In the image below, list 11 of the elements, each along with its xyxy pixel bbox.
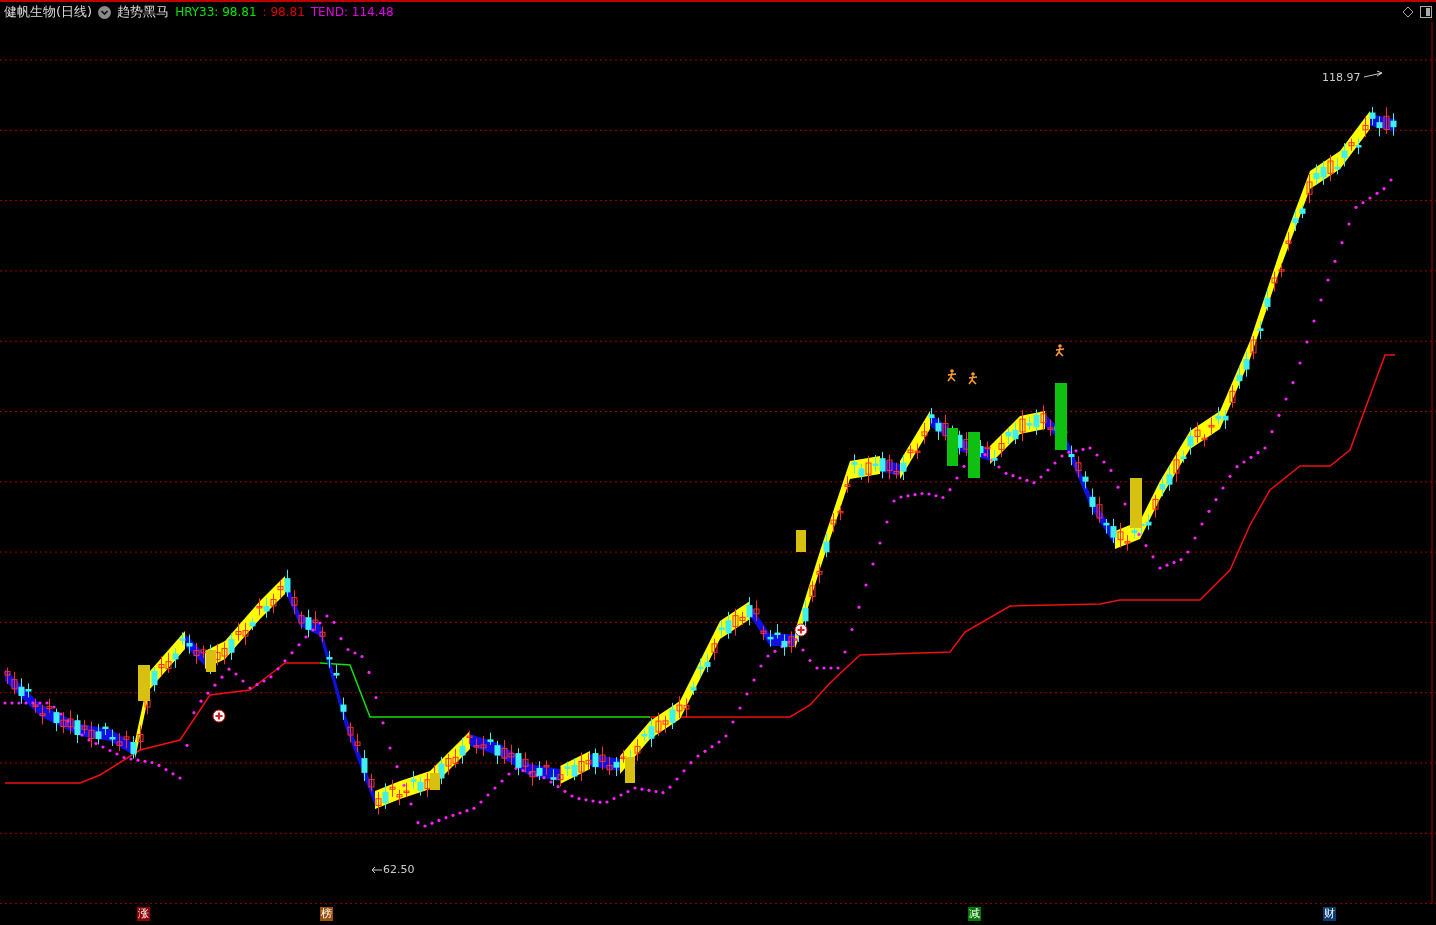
stock-title: 健帆生物(日线) — [4, 3, 93, 21]
indicator-reading: : 98.81 — [262, 5, 305, 19]
indicator-name: 趋势黑马 — [117, 3, 170, 21]
indicator-reading: HRY33: 98.81 — [175, 5, 257, 19]
max-price-label: 118.97 — [1322, 71, 1361, 84]
event-tag[interactable]: 减 — [968, 907, 981, 921]
event-tag[interactable]: 涨 — [137, 907, 150, 921]
indicator-reading: TEND: 114.48 — [310, 5, 394, 19]
min-price-label: 62.50 — [383, 863, 415, 876]
event-tag[interactable]: 财 — [1323, 907, 1336, 921]
event-tag[interactable]: 榜 — [320, 907, 333, 921]
